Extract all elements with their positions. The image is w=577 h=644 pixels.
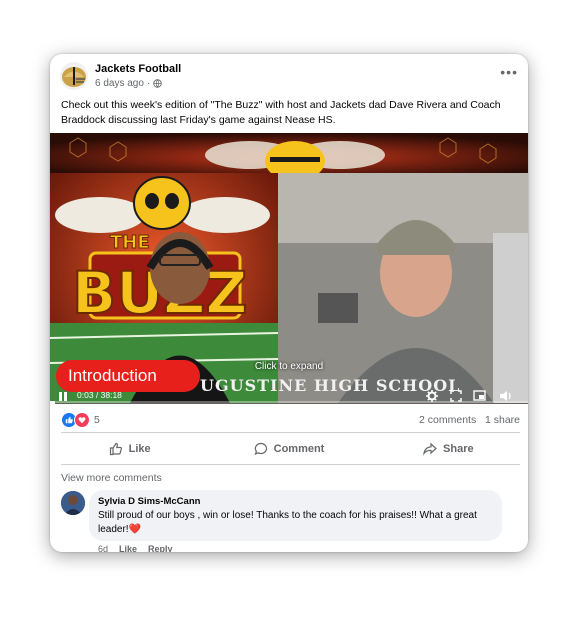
video-progress-fill xyxy=(50,401,55,404)
heart-emoji: ❤️ xyxy=(128,523,142,535)
comment-bubble: Sylvia D Sims-McCann Still proud of our … xyxy=(89,490,502,541)
divider-top xyxy=(61,432,520,433)
post-card: Jackets Football 6 days ago · ••• Check … xyxy=(50,54,528,552)
like-button[interactable]: Like xyxy=(50,434,209,464)
video-player[interactable]: THE BUZZ Introduction UGUSTINE HIGH SC xyxy=(50,133,528,404)
meta-separator: · xyxy=(146,78,151,89)
reaction-count: 5 xyxy=(94,414,100,426)
comment-actions: 6d Like Reply xyxy=(98,544,173,552)
page-name[interactable]: Jackets Football xyxy=(95,63,181,75)
commenter-avatar[interactable] xyxy=(61,491,85,515)
post-meta: 6 days ago · xyxy=(95,78,163,89)
logo-the-text: THE xyxy=(110,232,150,253)
share-label: Share xyxy=(443,443,474,455)
globe-icon xyxy=(153,79,163,88)
page-avatar[interactable] xyxy=(60,62,88,90)
comment-body: Still proud of our boys , win or lose! T… xyxy=(98,510,477,535)
share-arrow-icon xyxy=(423,442,437,456)
divider-bottom xyxy=(61,464,520,465)
helmet-logo-icon xyxy=(62,67,86,87)
video-top-banner xyxy=(50,133,528,173)
comment-age[interactable]: 6d xyxy=(98,544,108,552)
post-actions-bar: Like Comment Share xyxy=(50,434,528,464)
comment-like-button[interactable]: Like xyxy=(119,544,137,552)
shares-count-link[interactable]: 1 share xyxy=(485,414,520,426)
reaction-summary[interactable]: 5 xyxy=(61,412,100,428)
click-to-expand-hint[interactable]: Click to expand xyxy=(50,361,528,372)
comment-button[interactable]: Comment xyxy=(209,434,368,464)
view-more-comments-link[interactable]: View more comments xyxy=(61,472,162,484)
post-header: Jackets Football 6 days ago · ••• xyxy=(50,54,528,94)
comment-author[interactable]: Sylvia D Sims-McCann xyxy=(98,496,493,507)
video-timecode: 0:03 / 38:18 xyxy=(77,390,122,400)
post-time[interactable]: 6 days ago xyxy=(95,78,144,89)
commenter-photo xyxy=(61,491,85,515)
comment-reply-button[interactable]: Reply xyxy=(148,544,173,552)
share-button[interactable]: Share xyxy=(369,434,528,464)
post-text: Check out this week's edition of "The Bu… xyxy=(61,99,501,126)
video-progress-track[interactable] xyxy=(50,401,528,404)
comment-label: Comment xyxy=(273,443,325,455)
more-options-button[interactable]: ••• xyxy=(500,64,518,80)
like-label: Like xyxy=(128,443,151,455)
love-reaction-icon xyxy=(74,412,90,428)
video-controls: 0:03 / 38:18 xyxy=(50,388,528,404)
comments-count-link[interactable]: 2 comments xyxy=(419,414,476,426)
thumbs-up-icon xyxy=(109,442,122,456)
comment-text: Still proud of our boys , win or lose! T… xyxy=(98,509,493,536)
comment-share-counts: 2 comments 1 share xyxy=(419,414,520,426)
comment-bubble-icon xyxy=(254,442,267,456)
